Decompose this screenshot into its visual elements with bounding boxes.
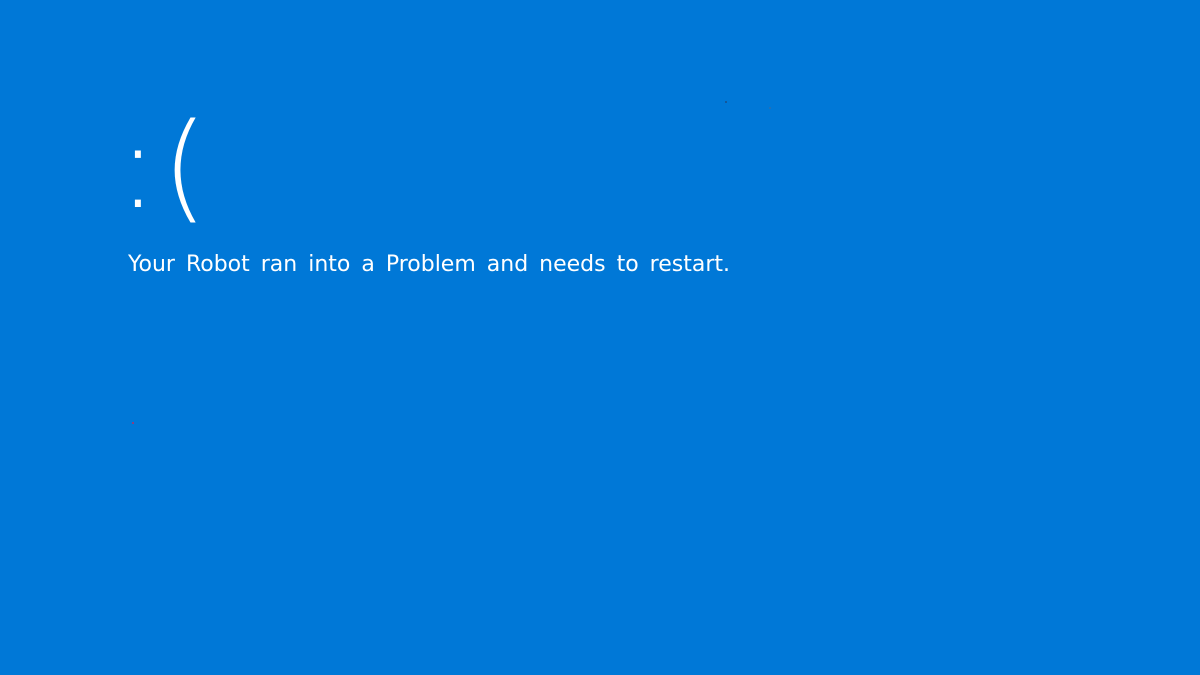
pixel-artifact bbox=[725, 101, 727, 103]
pixel-artifact bbox=[769, 107, 771, 109]
pixel-artifact bbox=[132, 422, 134, 424]
blue-screen: :( Your Robot ran into a Problem and nee… bbox=[0, 0, 1200, 675]
sad-face-emoticon: :( bbox=[118, 97, 212, 235]
error-message: Your Robot ran into a Problem and needs … bbox=[128, 252, 730, 277]
